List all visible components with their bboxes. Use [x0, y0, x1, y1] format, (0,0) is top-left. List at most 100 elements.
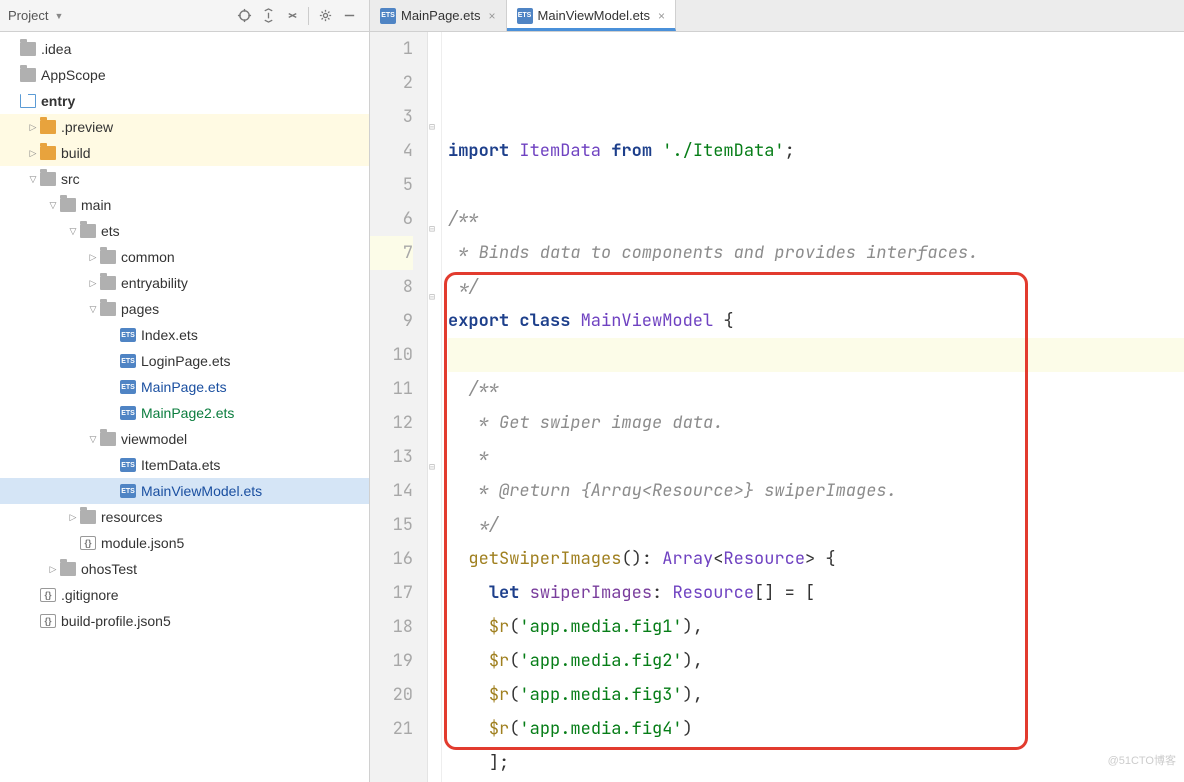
tree-item-entryability[interactable]: ▷entryability: [0, 270, 369, 296]
code-line-18[interactable]: $r('app.media.fig4'): [448, 712, 1184, 746]
code-line-11[interactable]: * @return {Array<Resource>} swiperImages…: [448, 474, 1184, 508]
tree-item-src[interactable]: ▽src: [0, 166, 369, 192]
project-dropdown-label[interactable]: Project: [8, 8, 48, 23]
folder-icon: [100, 276, 116, 290]
close-icon[interactable]: ×: [658, 9, 665, 23]
tree-label: viewmodel: [121, 431, 187, 447]
tab-label: MainViewModel.ets: [538, 8, 650, 23]
folder-icon: [40, 120, 56, 134]
chevron-right-icon[interactable]: ▷: [26, 148, 40, 159]
chevron-down-icon[interactable]: ▽: [46, 200, 60, 211]
folder-icon: [60, 562, 76, 576]
code-line-3[interactable]: /**: [448, 202, 1184, 236]
tab-MainViewModel-ets[interactable]: ETSMainViewModel.ets×: [507, 0, 677, 31]
code-line-1[interactable]: import ItemData from './ItemData';: [448, 134, 1184, 168]
tree-item-ohosTest[interactable]: ▷ohosTest: [0, 556, 369, 582]
chevron-right-icon[interactable]: ▷: [26, 122, 40, 133]
tree-item-MainPage2-ets[interactable]: ▷ETSMainPage2.ets: [0, 400, 369, 426]
chevron-down-icon[interactable]: ▽: [86, 434, 100, 445]
editor-tabs: ETSMainPage.ets×ETSMainViewModel.ets×: [370, 0, 1184, 31]
tree-item-LoginPage-ets[interactable]: ▷ETSLoginPage.ets: [0, 348, 369, 374]
json-file-icon: {}: [40, 614, 56, 628]
line-number: 14: [370, 474, 413, 508]
fold-toggle-icon[interactable]: ⊟: [429, 110, 435, 144]
tree-label: build-profile.json5: [61, 613, 171, 629]
tree-item-MainPage-ets[interactable]: ▷ETSMainPage.ets: [0, 374, 369, 400]
collapse-icon[interactable]: [281, 5, 303, 27]
chevron-down-icon[interactable]: ▽: [86, 304, 100, 315]
fold-toggle-icon[interactable]: ⊟: [429, 280, 435, 314]
tree-item-MainViewModel-ets[interactable]: ▷ETSMainViewModel.ets: [0, 478, 369, 504]
chevron-down-icon[interactable]: ▽: [66, 226, 80, 237]
code-line-15[interactable]: $r('app.media.fig1'),: [448, 610, 1184, 644]
expand-icon[interactable]: [257, 5, 279, 27]
chevron-right-icon[interactable]: ▷: [86, 278, 100, 289]
folder-icon: [80, 510, 96, 524]
tab-label: MainPage.ets: [401, 8, 481, 23]
line-number: 20: [370, 678, 413, 712]
code-line-16[interactable]: $r('app.media.fig2'),: [448, 644, 1184, 678]
tree-item-common[interactable]: ▷ common: [0, 244, 369, 270]
minimize-icon[interactable]: [338, 5, 360, 27]
code-editor[interactable]: 123456789101112131415161718192021 ⊟⊟⊟⊟ i…: [370, 32, 1184, 782]
code-area[interactable]: import ItemData from './ItemData'; /** *…: [442, 32, 1184, 782]
chevron-down-icon[interactable]: ▼: [54, 11, 63, 21]
line-number: 12: [370, 406, 413, 440]
folder-icon: [20, 68, 36, 82]
tree-label: MainPage2.ets: [141, 405, 234, 421]
code-line-6[interactable]: export class MainViewModel {: [448, 304, 1184, 338]
fold-toggle-icon[interactable]: ⊟: [429, 212, 435, 246]
line-number: 7: [370, 236, 413, 270]
fold-toggle-icon[interactable]: ⊟: [429, 450, 435, 484]
tree-item-AppScope[interactable]: ▷AppScope: [0, 62, 369, 88]
tree-item--gitignore[interactable]: ▷{}.gitignore: [0, 582, 369, 608]
code-line-7[interactable]: [448, 338, 1184, 372]
ets-file-icon: ETS: [120, 328, 136, 342]
code-line-13[interactable]: getSwiperImages(): Array<Resource> {: [448, 542, 1184, 576]
tree-item-Index-ets[interactable]: ▷ETSIndex.ets: [0, 322, 369, 348]
code-line-2[interactable]: [448, 168, 1184, 202]
ide-root: Project ▼ ETSMainPage.ets×ETSMainViewMod…: [0, 0, 1184, 782]
code-line-9[interactable]: * Get swiper image data.: [448, 406, 1184, 440]
tree-item-resources[interactable]: ▷resources: [0, 504, 369, 530]
top-toolbar: Project ▼ ETSMainPage.ets×ETSMainViewMod…: [0, 0, 1184, 32]
code-line-14[interactable]: let swiperImages: Resource[] = [: [448, 576, 1184, 610]
tree-item-ets[interactable]: ▽ets: [0, 218, 369, 244]
tree-label: .gitignore: [61, 587, 119, 603]
chevron-right-icon[interactable]: ▷: [86, 252, 100, 263]
tree-item-module-json5[interactable]: ▷{}module.json5: [0, 530, 369, 556]
tree-item--preview[interactable]: ▷.preview: [0, 114, 369, 140]
target-icon[interactable]: [233, 5, 255, 27]
separator: [308, 7, 309, 25]
tree-item-build-profile-json5[interactable]: ▷{}build-profile.json5: [0, 608, 369, 634]
chevron-down-icon[interactable]: ▽: [26, 174, 40, 185]
tree-item-viewmodel[interactable]: ▽ viewmodel: [0, 426, 369, 452]
chevron-right-icon[interactable]: ▷: [46, 564, 60, 575]
tree-item-main[interactable]: ▽main: [0, 192, 369, 218]
close-icon[interactable]: ×: [489, 9, 496, 23]
tree-label: common: [121, 249, 175, 265]
gear-icon[interactable]: [314, 5, 336, 27]
watermark: @51CTO博客: [1108, 744, 1176, 778]
folder-icon: [80, 224, 96, 238]
code-line-5[interactable]: */: [448, 270, 1184, 304]
code-line-10[interactable]: *: [448, 440, 1184, 474]
chevron-right-icon[interactable]: ▷: [66, 512, 80, 523]
code-line-8[interactable]: /**: [448, 372, 1184, 406]
tree-label: pages: [121, 301, 159, 317]
tree-item-ItemData-ets[interactable]: ▷ETSItemData.ets: [0, 452, 369, 478]
tree-item--idea[interactable]: ▷.idea: [0, 36, 369, 62]
tree-item-build[interactable]: ▷build: [0, 140, 369, 166]
tab-MainPage-ets[interactable]: ETSMainPage.ets×: [370, 0, 507, 31]
tree-item-entry[interactable]: ▷entry: [0, 88, 369, 114]
project-tree-panel[interactable]: ▷.idea▷AppScope▷entry▷.preview▷build▽src…: [0, 32, 370, 782]
project-toolbar: Project ▼: [0, 0, 370, 31]
code-line-19[interactable]: ];: [448, 746, 1184, 780]
code-line-12[interactable]: */: [448, 508, 1184, 542]
tree-label: module.json5: [101, 535, 184, 551]
tree-label: AppScope: [41, 67, 106, 83]
code-line-4[interactable]: * Binds data to components and provides …: [448, 236, 1184, 270]
code-line-17[interactable]: $r('app.media.fig3'),: [448, 678, 1184, 712]
line-number: 9: [370, 304, 413, 338]
tree-item-pages[interactable]: ▽ pages: [0, 296, 369, 322]
